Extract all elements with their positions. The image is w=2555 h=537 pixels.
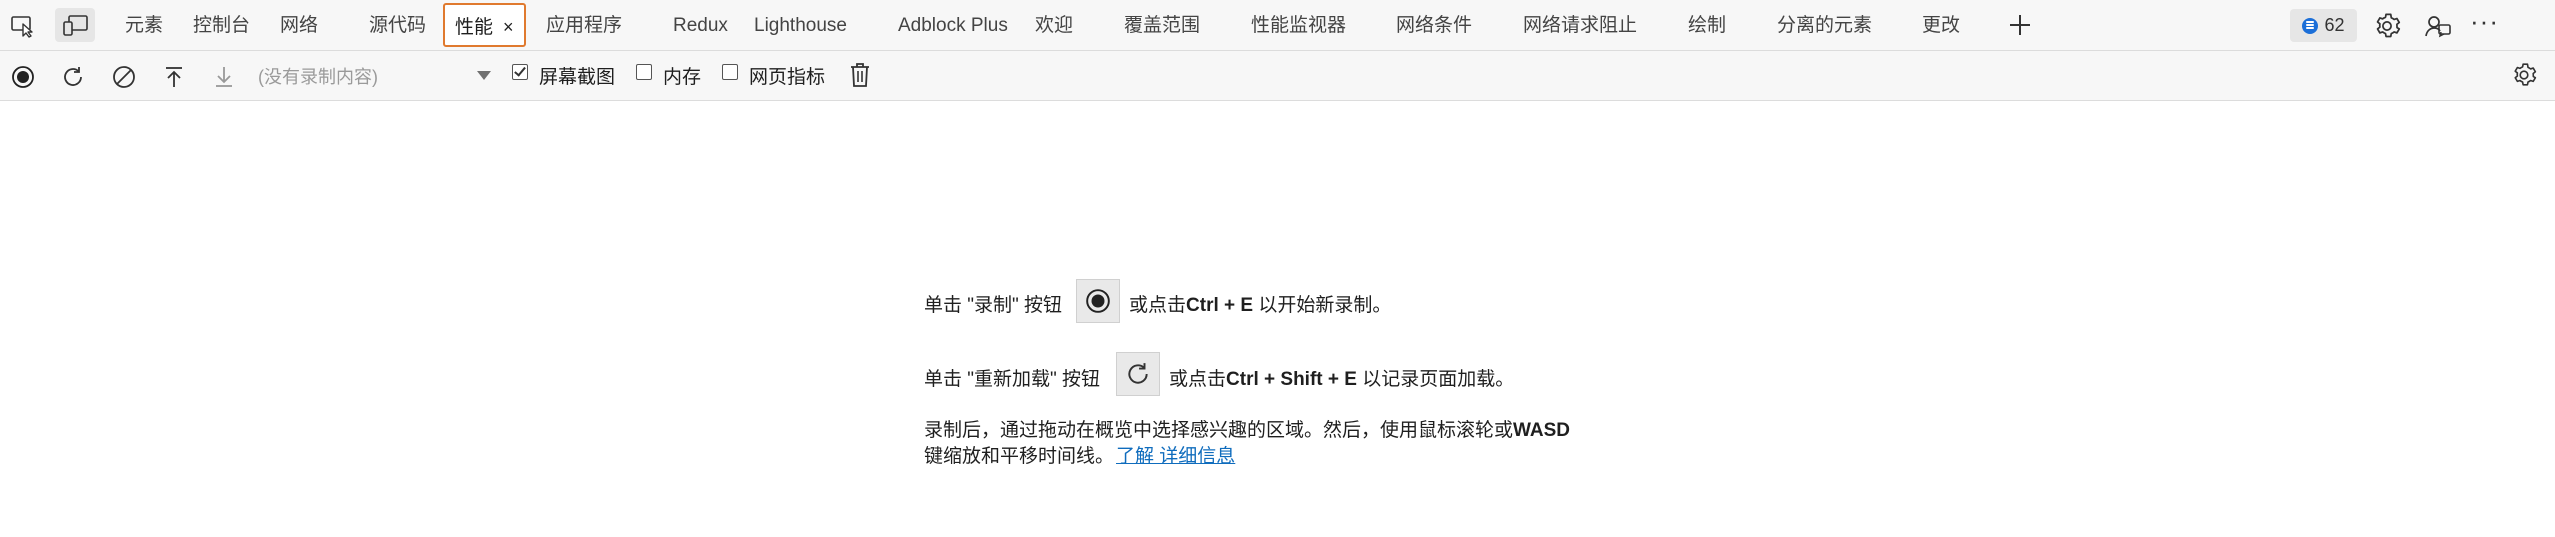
inspect-element-icon[interactable] — [8, 13, 38, 39]
tab-application[interactable]: 应用程序 — [546, 0, 622, 51]
web-vitals-checkbox[interactable] — [722, 64, 738, 80]
learn-more-link[interactable]: 了解 详细信息 — [1116, 446, 1235, 467]
screenshots-label: 屏幕截图 — [539, 67, 616, 88]
overview-instruction: 录制后，通过拖动在概览中选择感兴趣的区域。然后，使用鼠标滚轮或WASD — [924, 420, 1571, 441]
tab-welcome[interactable]: 欢迎 — [1035, 0, 1073, 51]
memory-checkbox[interactable] — [636, 64, 652, 80]
settings-gear-icon[interactable] — [2370, 9, 2404, 43]
device-emulation-icon[interactable] — [55, 8, 95, 42]
add-tab-icon[interactable] — [2005, 10, 2035, 40]
performance-toolbar — [0, 51, 2555, 101]
clear-icon[interactable] — [109, 62, 139, 92]
upload-profile-icon[interactable] — [159, 62, 189, 92]
tab-rendering[interactable]: 绘制 — [1688, 0, 1726, 51]
web-vitals-label: 网页指标 — [749, 67, 826, 88]
tab-network-conditions[interactable]: 网络条件 — [1396, 0, 1472, 51]
memory-label: 内存 — [663, 67, 702, 88]
reload-record-icon[interactable] — [58, 62, 88, 92]
reload-instruction-suffix: 或点击Ctrl + Shift + E 以记录页面加载。 — [1169, 369, 1515, 390]
reload-icon — [1128, 363, 1148, 384]
tab-performance-label: 性能 — [455, 17, 494, 38]
feedback-user-icon[interactable] — [2421, 9, 2455, 43]
tab-redux[interactable]: Redux — [673, 0, 728, 51]
tab-console[interactable]: 控制台 — [193, 0, 250, 51]
tab-detached-elements[interactable]: 分离的元素 — [1777, 0, 1872, 51]
record-button[interactable] — [1076, 279, 1120, 323]
tab-coverage[interactable]: 覆盖范围 — [1124, 0, 1200, 51]
screenshots-checkbox[interactable] — [512, 64, 528, 80]
record-shortcut: Ctrl + E — [1186, 295, 1254, 316]
chevron-down-icon[interactable] — [477, 71, 491, 80]
tab-performance[interactable]: 性能 × — [443, 3, 526, 47]
tab-network[interactable]: 网络 — [280, 0, 318, 51]
capture-settings-gear-icon[interactable] — [2508, 59, 2540, 91]
tab-changes[interactable]: 更改 — [1922, 0, 1960, 51]
record-icon[interactable] — [8, 62, 38, 92]
tab-lighthouse[interactable]: Lighthouse — [754, 0, 847, 51]
record-icon — [1086, 289, 1110, 313]
tab-elements[interactable]: 元素 — [125, 0, 163, 51]
close-tab-icon[interactable]: × — [503, 17, 514, 37]
tab-network-request-blocking[interactable]: 网络请求阻止 — [1523, 0, 1637, 51]
trash-icon[interactable] — [846, 60, 874, 90]
reload-shortcut: Ctrl + Shift + E — [1226, 369, 1357, 390]
recording-select[interactable]: (没有录制内容) — [258, 63, 378, 89]
record-instruction-suffix: 或点击Ctrl + E 以开始新录制。 — [1129, 295, 1392, 316]
reload-instruction-prefix: 单击 "重新加载" 按钮 — [924, 369, 1101, 390]
tab-sources[interactable]: 源代码 — [369, 0, 426, 51]
download-profile-icon — [209, 62, 239, 92]
message-icon — [2302, 17, 2319, 34]
tab-adblock-plus[interactable]: Adblock Plus — [898, 0, 1008, 51]
issues-badge[interactable]: 62 — [2290, 9, 2357, 42]
record-instruction-prefix: 单击 "录制" 按钮 — [924, 295, 1063, 316]
issues-count: 62 — [2324, 15, 2345, 35]
tab-performance-monitor[interactable]: 性能监视器 — [1251, 0, 1346, 51]
timeline-instruction: 键缩放和平移时间线。 了解 详细信息 — [924, 446, 1236, 467]
devtools-tab-bar: 元素 控制台 网络 源代码 性能 × 应用程序 Redux Lighthouse … — [0, 0, 2555, 51]
more-options-icon[interactable]: ··· — [2470, 6, 2499, 37]
reload-button[interactable] — [1116, 352, 1160, 396]
